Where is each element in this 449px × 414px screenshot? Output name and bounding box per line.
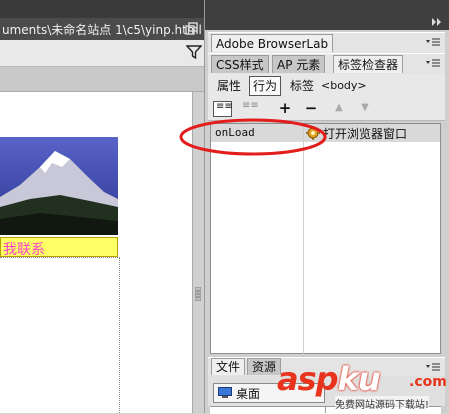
document-ruler-band — [0, 67, 204, 92]
watermark-domain: .com — [409, 374, 447, 390]
show-set-events-button[interactable]: ≡≡ — [213, 101, 233, 117]
add-behavior-button[interactable]: + — [277, 99, 293, 117]
panel-menu-icon[interactable] — [425, 362, 441, 372]
restore-window-icon[interactable] — [185, 22, 199, 36]
panel-menu-icon[interactable] — [425, 58, 441, 68]
tag-value: <body> — [321, 79, 367, 92]
filter-icon[interactable] — [186, 44, 202, 60]
panel-menu-icon[interactable] — [425, 37, 441, 47]
subtab-attributes[interactable]: 属性 — [214, 77, 244, 95]
column-divider — [303, 124, 304, 354]
show-all-events-icon: ≡≡ — [242, 100, 259, 111]
splitter-grip-icon[interactable] — [195, 287, 201, 301]
tab-files[interactable]: 文件 — [211, 358, 246, 375]
mountain-image — [0, 137, 118, 235]
move-up-button[interactable]: ▲ — [331, 102, 347, 113]
subtab-behaviors[interactable]: 行为 — [249, 76, 282, 96]
panel-dock-header — [205, 0, 449, 30]
collapse-panels-icon[interactable] — [431, 17, 443, 27]
tab-ap-elements[interactable]: AP 元素 — [272, 55, 326, 73]
tab-tag-inspector[interactable]: 标签检查器 — [333, 55, 404, 73]
behaviors-list[interactable] — [210, 123, 441, 354]
desktop-icon — [218, 387, 232, 398]
tab-assets[interactable]: 资源 — [247, 358, 282, 375]
watermark-tagline: 免费网站源码下载站! — [335, 396, 430, 411]
remove-behavior-button[interactable]: − — [303, 99, 319, 117]
files-column-divider — [325, 406, 326, 413]
show-set-events-icon: ≡≡ — [216, 101, 233, 112]
tag-label: 标签 — [290, 79, 315, 93]
contact-link-text[interactable]: 我联系 — [3, 239, 45, 259]
tab-css-styles[interactable]: CSS样式 — [211, 55, 269, 73]
location-label[interactable]: 桌面 — [236, 385, 260, 402]
app-top-strip — [0, 0, 204, 18]
table-border-horizontal — [0, 257, 120, 258]
behavior-action[interactable]: 打开浏览器窗口 — [323, 125, 407, 142]
move-down-button[interactable]: ▼ — [357, 102, 373, 113]
red-annotation-ellipse — [179, 118, 327, 156]
contact-link-box[interactable]: 我联系 — [0, 237, 118, 259]
document-path: uments\未命名站点 1\c5\yinp.html — [2, 23, 202, 37]
document-toolbar — [0, 40, 204, 67]
tab-adobe-browserlab[interactable]: Adobe BrowserLab — [211, 34, 334, 52]
table-border-vertical — [119, 257, 120, 413]
show-all-events-button[interactable]: ≡≡ — [240, 100, 259, 117]
watermark-logo: aspku — [277, 360, 381, 398]
